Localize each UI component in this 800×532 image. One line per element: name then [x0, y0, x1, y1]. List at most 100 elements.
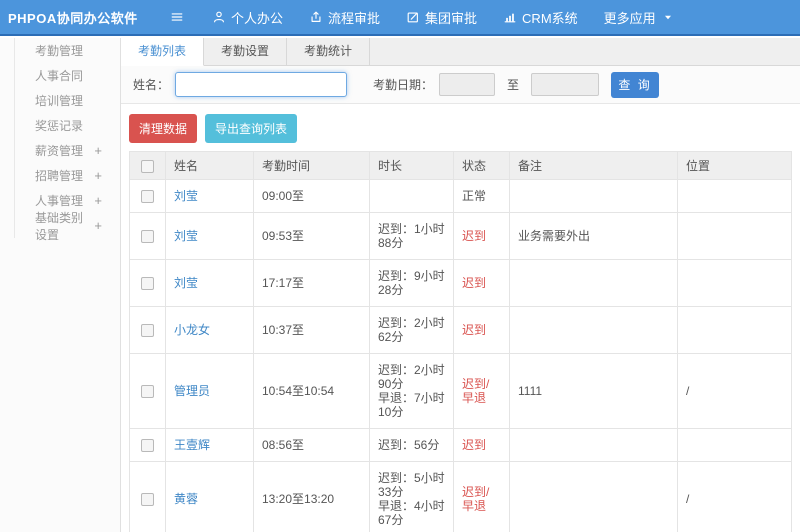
row-checkbox[interactable] — [141, 493, 154, 507]
employee-name-link[interactable]: 黄蓉 — [174, 492, 198, 506]
cell-name: 小龙女 — [165, 306, 254, 354]
column-header-姓名: 姓名 — [165, 151, 254, 180]
top-nav: 个人办公 流程审批 集团审批 CRM系统 更多应用 — [212, 8, 701, 27]
export-list-button[interactable]: 导出查询列表 — [205, 114, 298, 143]
cell-remark — [509, 259, 678, 307]
column-header-时长: 时长 — [369, 151, 454, 180]
row-checkbox-cell — [129, 179, 166, 213]
cell-remark: 1111 — [509, 353, 678, 429]
row-checkbox-cell — [129, 428, 166, 462]
column-header-状态: 状态 — [453, 151, 510, 180]
date-filter-label: 考勤日期： — [373, 78, 434, 92]
main-content: 考勤列表 考勤设置 考勤统计 姓名： 考勤日期： 至 查 询 清理数据 导出查询列表… — [121, 38, 800, 532]
top-nav-item-1[interactable]: 个人办公 — [212, 8, 283, 27]
action-bar: 清理数据 导出查询列表 — [121, 104, 800, 151]
row-checkbox[interactable] — [141, 230, 154, 244]
cell-location: / — [677, 461, 792, 532]
row-checkbox[interactable] — [141, 190, 154, 204]
row-checkbox[interactable] — [141, 277, 154, 291]
table-row: 管理员 10:54至10:54 迟到：2小时90分 早退：7小时10分 迟到/早退 11… — [129, 353, 792, 429]
top-nav-item-4[interactable]: CRM系统 — [503, 8, 578, 27]
table-row: 刘莹 09:53至 迟到：1小时88分 迟到 业务需要外出 — [129, 212, 792, 260]
sidebar-item-label: 基础类别设置 — [35, 210, 84, 242]
sidebar-item-label: 招聘管理 — [35, 169, 84, 183]
cell-status: 正常 — [453, 179, 510, 213]
cell-attendance-time: 10:54至10:54 — [253, 353, 370, 429]
table-row: 王壹辉 08:56至 迟到：56分 迟到 — [129, 428, 792, 462]
row-checkbox[interactable] — [141, 324, 154, 338]
cell-duration — [369, 179, 454, 213]
sidebar-item-label: 奖惩记录 — [35, 119, 84, 133]
filter-bar: 姓名： 考勤日期： 至 查 询 — [121, 66, 800, 104]
date-to-input[interactable] — [531, 73, 600, 96]
expand-plus-icon: + — [94, 168, 102, 183]
tab-考勤列表[interactable]: 考勤列表 — [121, 38, 205, 66]
sidebar-item-基础类别设置[interactable]: 基础类别设置 + — [15, 211, 120, 242]
clear-data-button[interactable]: 清理数据 — [129, 114, 198, 143]
cell-status: 迟到 — [453, 428, 510, 462]
cell-location — [677, 179, 792, 213]
employee-name-link[interactable]: 小龙女 — [174, 323, 210, 337]
cell-name: 管理员 — [165, 353, 254, 429]
tab-考勤设置[interactable]: 考勤设置 — [204, 38, 288, 66]
top-nav-label: 更多应用 — [603, 10, 656, 26]
cell-attendance-time: 08:56至 — [253, 428, 370, 462]
cell-status: 迟到 — [453, 259, 510, 307]
sidebar-item-奖惩记录[interactable]: 奖惩记录 — [15, 113, 120, 138]
sidebar-item-薪资管理[interactable]: 薪资管理 + — [15, 138, 120, 163]
cell-duration: 迟到：2小时90分 早退：7小时10分 — [369, 353, 454, 429]
select-all-checkbox[interactable] — [141, 159, 154, 173]
employee-name-link[interactable]: 刘莹 — [174, 229, 198, 243]
tab-考勤统计[interactable]: 考勤统计 — [287, 38, 371, 66]
cell-location — [677, 212, 792, 260]
cell-remark — [509, 179, 678, 213]
employee-name-link[interactable]: 王壹辉 — [174, 438, 210, 452]
row-checkbox[interactable] — [141, 439, 154, 453]
row-checkbox[interactable] — [141, 385, 154, 399]
cell-location — [677, 306, 792, 354]
search-button[interactable]: 查 询 — [611, 71, 660, 98]
cell-remark: 业务需要外出 — [509, 212, 678, 260]
cell-attendance-time: 09:53至 — [253, 212, 370, 260]
top-nav-label: 个人办公 — [231, 10, 284, 26]
sidebar-item-label: 人事合同 — [35, 69, 84, 83]
table-row: 黄蓉 13:20至13:20 迟到：5小时33分 早退：4小时67分 迟到/早退 / — [129, 461, 792, 532]
row-checkbox-cell — [129, 353, 166, 429]
employee-name-link[interactable]: 管理员 — [174, 384, 210, 398]
cell-name: 王壹辉 — [165, 428, 254, 462]
table-row: 刘莹 09:00至 正常 — [129, 179, 792, 213]
employee-name-link[interactable]: 刘莹 — [174, 276, 198, 290]
row-checkbox-cell — [129, 461, 166, 532]
person-icon — [212, 10, 226, 24]
name-filter-input[interactable] — [175, 72, 348, 97]
sidebar-item-招聘管理[interactable]: 招聘管理 + — [15, 163, 120, 188]
sidebar-item-人事合同[interactable]: 人事合同 — [15, 63, 120, 88]
cell-remark — [509, 306, 678, 354]
select-all-header — [129, 151, 166, 180]
cell-duration: 迟到：5小时33分 早退：4小时67分 — [369, 461, 454, 532]
top-nav-item-5[interactable]: 更多应用 — [604, 8, 675, 27]
cell-status: 迟到/早退 — [453, 461, 510, 532]
cell-remark — [509, 428, 678, 462]
column-header-备注: 备注 — [509, 151, 678, 180]
top-nav-item-3[interactable]: 集团审批 — [406, 8, 477, 27]
date-from-input[interactable] — [439, 73, 496, 96]
cell-status: 迟到 — [453, 212, 510, 260]
cell-attendance-time: 10:37至 — [253, 306, 370, 354]
row-checkbox-cell — [129, 306, 166, 354]
cell-attendance-time: 13:20至13:20 — [253, 461, 370, 532]
cell-status: 迟到 — [453, 306, 510, 354]
date-range-to-label: 至 — [507, 78, 520, 92]
sidebar-item-培训管理[interactable]: 培训管理 — [15, 88, 120, 113]
hamburger-menu-icon[interactable] — [170, 10, 184, 24]
row-checkbox-cell — [129, 259, 166, 307]
cell-name: 刘莹 — [165, 179, 254, 213]
employee-name-link[interactable]: 刘莹 — [174, 189, 198, 203]
table-row: 刘莹 17:17至 迟到：9小时28分 迟到 — [129, 259, 792, 307]
cell-duration: 迟到：2小时62分 — [369, 306, 454, 354]
top-nav-item-2[interactable]: 流程审批 — [309, 8, 380, 27]
caret-down-icon — [661, 10, 675, 24]
edit-icon — [406, 10, 420, 24]
sidebar-item-考勤管理[interactable]: 考勤管理 — [15, 38, 120, 63]
column-header-位置: 位置 — [677, 151, 792, 180]
